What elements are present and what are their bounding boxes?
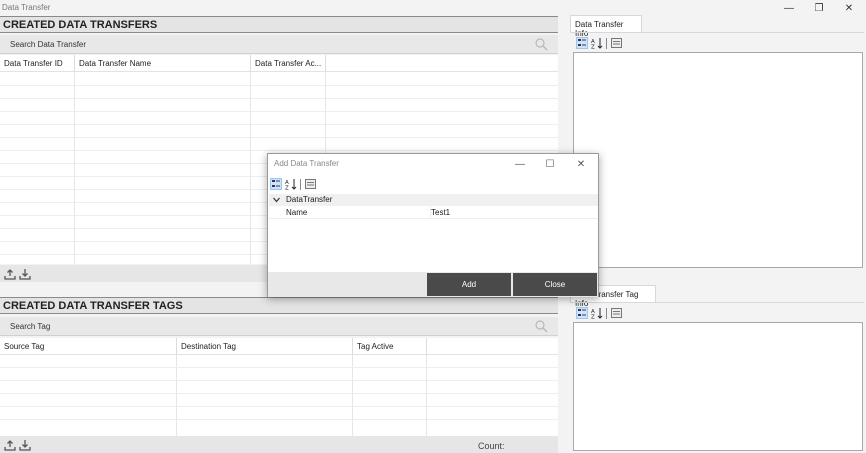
column-header-tag-active[interactable]: Tag Active <box>353 338 427 355</box>
column-header-destination-tag[interactable]: Destination Tag <box>177 338 353 355</box>
categorized-icon[interactable] <box>576 307 588 319</box>
tags-grid-header: Source Tag Destination Tag Tag Active <box>0 338 558 355</box>
transfers-search-input[interactable]: Search Data Transfer <box>10 40 86 49</box>
data-transfer-info-grid[interactable] <box>573 52 863 268</box>
maximize-button[interactable]: ❐ <box>804 0 834 16</box>
close-window-button[interactable]: ✕ <box>834 0 864 16</box>
sort-alpha-icon[interactable]: AZ <box>285 178 297 190</box>
column-header-transfer-active[interactable]: Data Transfer Ac... <box>251 55 326 72</box>
info-toolbar: AZ <box>576 35 622 51</box>
property-name-label: Name <box>286 208 308 217</box>
property-pages-icon[interactable] <box>610 37 622 49</box>
column-header-transfer-name[interactable]: Data Transfer Name <box>75 55 251 72</box>
grid-row-line <box>0 367 558 368</box>
column-header-source-tag[interactable]: Source Tag <box>0 338 177 355</box>
grid-row-line <box>0 150 558 151</box>
toolbar-separator <box>606 37 607 49</box>
transfers-search-bar[interactable]: Search Data Transfer <box>0 35 558 54</box>
column-divider <box>74 72 75 264</box>
column-header-transfer-id[interactable]: Data Transfer ID <box>0 55 75 72</box>
sort-alpha-icon[interactable]: AZ <box>591 37 603 49</box>
toolbar-separator <box>300 178 301 190</box>
grid-row-line <box>0 85 558 86</box>
tab-divider <box>570 32 864 33</box>
svg-text:Z: Z <box>285 186 289 191</box>
dialog-close-button[interactable]: ✕ <box>565 154 597 174</box>
dialog-minimize-button[interactable]: — <box>504 154 536 174</box>
import-icon[interactable] <box>19 439 31 451</box>
export-icon[interactable] <box>4 439 16 451</box>
column-divider <box>250 72 251 264</box>
dialog-maximize-button[interactable]: ☐ <box>534 154 566 174</box>
export-icon[interactable] <box>4 268 16 280</box>
dialog-title: Add Data Transfer <box>274 159 339 168</box>
add-data-transfer-dialog: Add Data Transfer — ☐ ✕ AZ DataTransfer … <box>267 153 599 297</box>
grid-row-line <box>0 393 558 394</box>
import-icon[interactable] <box>19 268 31 280</box>
transfers-grid-header: Data Transfer ID Data Transfer Name Data… <box>0 55 558 72</box>
dialog-toolbar: AZ <box>270 176 316 192</box>
grid-row-line <box>0 419 558 420</box>
toolbar-separator <box>606 307 607 319</box>
window-titlebar: Data Transfer — ❐ ✕ <box>0 0 866 16</box>
property-name-value[interactable]: Test1 <box>431 208 450 217</box>
tab-divider <box>570 302 864 303</box>
property-group-label: DataTransfer <box>286 195 333 204</box>
categorized-icon[interactable] <box>576 37 588 49</box>
grid-row-line <box>0 380 558 381</box>
count-label: Count: <box>478 441 505 451</box>
close-button[interactable]: Close <box>513 273 597 296</box>
tags-section-header: CREATED DATA TRANSFER TAGS <box>0 297 558 314</box>
search-icon[interactable] <box>534 37 548 51</box>
property-row-name[interactable]: Name Test1 <box>269 206 598 219</box>
chevron-down-icon[interactable] <box>273 197 280 203</box>
grid-row-line <box>0 406 558 407</box>
tab-data-transfer-info[interactable]: Data Transfer Info <box>570 15 642 38</box>
grid-row-line <box>0 111 558 112</box>
svg-text:Z: Z <box>591 315 595 320</box>
tags-search-bar[interactable]: Search Tag <box>0 317 558 336</box>
tag-info-toolbar: AZ <box>576 305 622 321</box>
dialog-footer: Add Close <box>268 272 598 297</box>
property-group-datatransfer[interactable]: DataTransfer <box>269 194 598 206</box>
tags-grid[interactable]: Source Tag Destination Tag Tag Active <box>0 338 558 436</box>
data-transfer-tag-info-grid[interactable] <box>573 322 863 451</box>
transfers-section-header: CREATED DATA TRANSFERS <box>0 16 558 33</box>
grid-row-line <box>0 137 558 138</box>
categorized-icon[interactable] <box>270 178 282 190</box>
grid-row-line <box>0 98 558 99</box>
add-button[interactable]: Add <box>427 273 511 296</box>
grid-row-line <box>0 124 558 125</box>
sort-alpha-icon[interactable]: AZ <box>591 307 603 319</box>
tags-footer: Count: <box>0 436 558 453</box>
minimize-button[interactable]: — <box>774 0 804 16</box>
property-pages-icon[interactable] <box>304 178 316 190</box>
svg-text:Z: Z <box>591 45 595 50</box>
property-pages-icon[interactable] <box>610 307 622 319</box>
tags-search-input[interactable]: Search Tag <box>10 322 50 331</box>
window-title: Data Transfer <box>2 3 51 12</box>
search-icon[interactable] <box>534 319 548 333</box>
